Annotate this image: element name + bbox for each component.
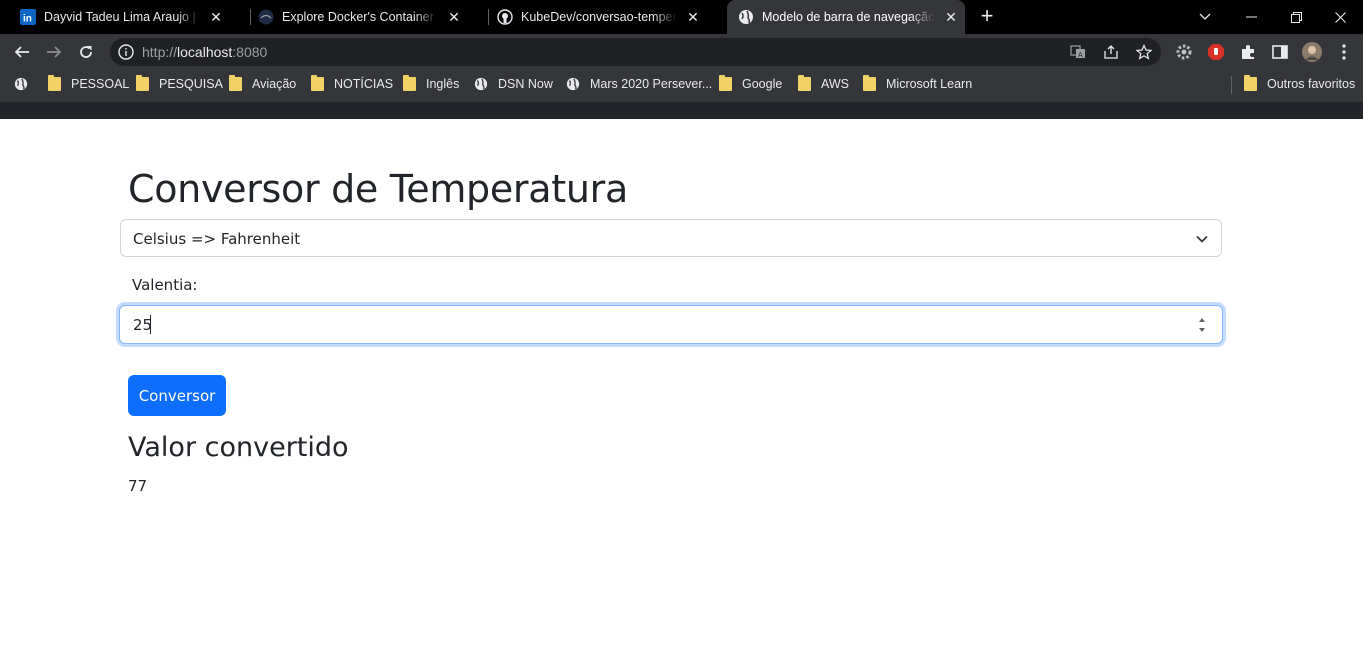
globe-icon — [474, 77, 488, 91]
bookmark-aviacao[interactable]: Aviação — [229, 70, 296, 98]
folder-icon — [229, 75, 242, 91]
extensions-puzzle-icon[interactable] — [1238, 42, 1258, 62]
browser-toolbar: http://localhost:8080 A — [0, 34, 1363, 70]
bookmark-star-icon[interactable] — [1136, 44, 1152, 60]
page-navbar — [0, 102, 1363, 119]
tab-docker[interactable]: Explore Docker's Container Image Reposit… — [238, 0, 488, 34]
window-close-icon[interactable] — [1317, 0, 1363, 34]
bookmark-aws[interactable]: AWS — [798, 70, 849, 98]
bookmark-dsn-now[interactable]: DSN Now — [474, 70, 553, 98]
result-value: 77 — [128, 477, 148, 495]
text-caret — [150, 315, 151, 334]
bookmark-google[interactable]: Google — [719, 70, 782, 98]
menu-kebab-icon[interactable] — [1334, 42, 1354, 62]
site-info-icon[interactable] — [118, 44, 134, 60]
value-input[interactable]: 25 — [119, 305, 1223, 344]
tab-search-icon[interactable] — [1182, 0, 1228, 34]
svg-text:in: in — [23, 14, 32, 25]
settings-extension-icon[interactable] — [1174, 42, 1194, 62]
folder-icon — [719, 75, 732, 91]
close-icon[interactable]: ✕ — [943, 9, 959, 25]
restore-icon[interactable] — [1273, 0, 1319, 34]
bookmark-mars-2020[interactable]: Mars 2020 Persever... — [566, 70, 712, 98]
conversion-select-value: Celsius => Fahrenheit — [133, 230, 301, 248]
tab-title: Modelo de barra de navegação do Bootstra… — [762, 10, 935, 24]
linkedin-icon: in — [20, 9, 36, 25]
bookmark-other-favorites[interactable]: Outros favoritos — [1244, 70, 1355, 98]
tab-linkedin[interactable]: in Dayvid Tadeu Lima Araujo | LinkedIn ✕ — [0, 0, 250, 34]
bookmarks-divider — [1231, 76, 1232, 94]
minimize-icon[interactable] — [1228, 0, 1274, 34]
docker-icon — [258, 9, 274, 25]
reload-icon[interactable] — [74, 40, 98, 64]
forward-icon[interactable] — [42, 40, 66, 64]
side-panel-icon[interactable] — [1270, 42, 1290, 62]
folder-icon — [403, 75, 416, 91]
new-tab-icon[interactable]: + — [975, 5, 999, 29]
tab-bootstrap-navbar[interactable]: Modelo de barra de navegação do Bootstra… — [727, 0, 965, 34]
convert-button[interactable]: Conversor — [128, 375, 226, 416]
folder-icon — [48, 75, 61, 91]
profile-avatar[interactable] — [1302, 42, 1322, 62]
apps-globe-icon[interactable] — [14, 70, 38, 98]
value-label: Valentia: — [132, 276, 198, 294]
page-title: Conversor de Temperatura — [128, 167, 628, 211]
close-icon[interactable]: ✕ — [685, 9, 701, 25]
folder-icon — [136, 75, 149, 91]
bookmark-ingles[interactable]: Inglês — [403, 70, 459, 98]
share-icon[interactable] — [1103, 44, 1119, 60]
conversion-select[interactable]: Celsius => Fahrenheit — [120, 219, 1222, 257]
number-spinner-icon[interactable] — [1196, 314, 1208, 336]
globe-icon — [738, 9, 754, 25]
bookmark-pesquisa[interactable]: PESQUISA — [136, 70, 223, 98]
tab-title: Explore Docker's Container Image Reposit… — [282, 10, 438, 24]
svg-text:A: A — [1078, 52, 1083, 59]
result-title: Valor convertido — [128, 432, 349, 463]
back-icon[interactable] — [10, 40, 34, 64]
tab-strip: in Dayvid Tadeu Lima Araujo | LinkedIn ✕… — [0, 0, 1363, 34]
chevron-down-icon — [1196, 235, 1208, 243]
page-content: Conversor de Temperatura Celsius => Fahr… — [0, 119, 1363, 656]
close-icon[interactable]: ✕ — [208, 9, 224, 25]
tab-github[interactable]: KubeDev/conversao-temperatura ✕ — [477, 0, 727, 34]
address-bar[interactable]: http://localhost:8080 A — [110, 38, 1161, 66]
globe-icon — [566, 77, 580, 91]
tab-title: Dayvid Tadeu Lima Araujo | LinkedIn — [44, 10, 200, 24]
tab-title: KubeDev/conversao-temperatura — [521, 10, 677, 24]
url-text: http://localhost:8080 — [142, 44, 268, 60]
github-icon — [497, 9, 513, 25]
translate-icon[interactable]: A — [1070, 44, 1086, 60]
folder-icon — [798, 75, 811, 91]
folder-icon — [311, 75, 324, 91]
bookmarks-bar: PESSOAL PESQUISA Aviação NOTÍCIAS Inglês… — [0, 70, 1363, 102]
close-icon[interactable]: ✕ — [446, 9, 462, 25]
bookmark-noticias[interactable]: NOTÍCIAS — [311, 70, 393, 98]
bookmark-pessoal[interactable]: PESSOAL — [48, 70, 129, 98]
adblock-icon[interactable] — [1206, 42, 1226, 62]
folder-icon — [863, 75, 876, 91]
folder-icon — [1244, 75, 1257, 91]
bookmark-microsoft-learn[interactable]: Microsoft Learn — [863, 70, 972, 98]
